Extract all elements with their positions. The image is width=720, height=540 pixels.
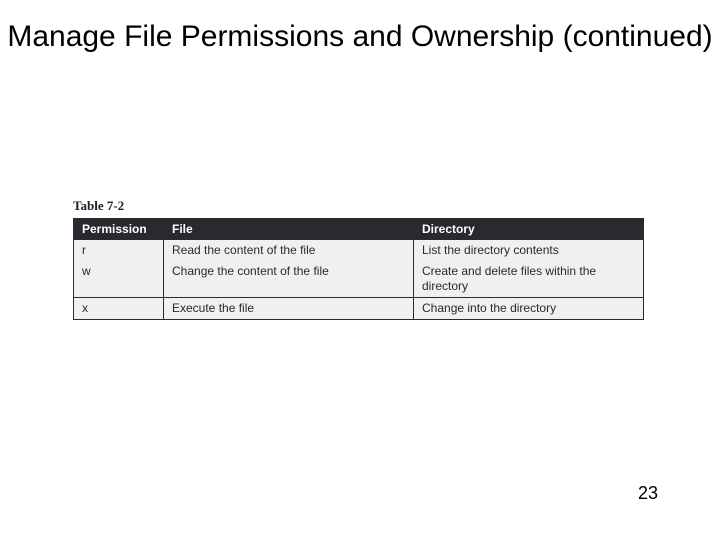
- cell-file: Execute the file: [164, 298, 414, 320]
- cell-file: Read the content of the file: [164, 240, 414, 262]
- header-directory: Directory: [414, 219, 644, 240]
- table-row: x Execute the file Change into the direc…: [74, 298, 644, 320]
- slide-title: Manage File Permissions and Ownership (c…: [0, 18, 720, 56]
- header-permission: Permission: [74, 219, 164, 240]
- header-file: File: [164, 219, 414, 240]
- cell-directory: List the directory contents: [414, 240, 644, 262]
- permissions-table-wrap: Table 7-2 Permission File Directory r Re…: [73, 198, 643, 320]
- table-row: r Read the content of the file List the …: [74, 240, 644, 262]
- cell-directory: Change into the directory: [414, 298, 644, 320]
- cell-file: Change the content of the file: [164, 261, 414, 298]
- table-row: w Change the content of the file Create …: [74, 261, 644, 298]
- table-header-row: Permission File Directory: [74, 219, 644, 240]
- cell-directory: Create and delete files within the direc…: [414, 261, 644, 298]
- page-number: 23: [638, 483, 658, 504]
- permissions-table: Permission File Directory r Read the con…: [73, 218, 644, 320]
- cell-permission: r: [74, 240, 164, 262]
- cell-permission: w: [74, 261, 164, 298]
- cell-permission: x: [74, 298, 164, 320]
- table-label: Table 7-2: [73, 198, 643, 214]
